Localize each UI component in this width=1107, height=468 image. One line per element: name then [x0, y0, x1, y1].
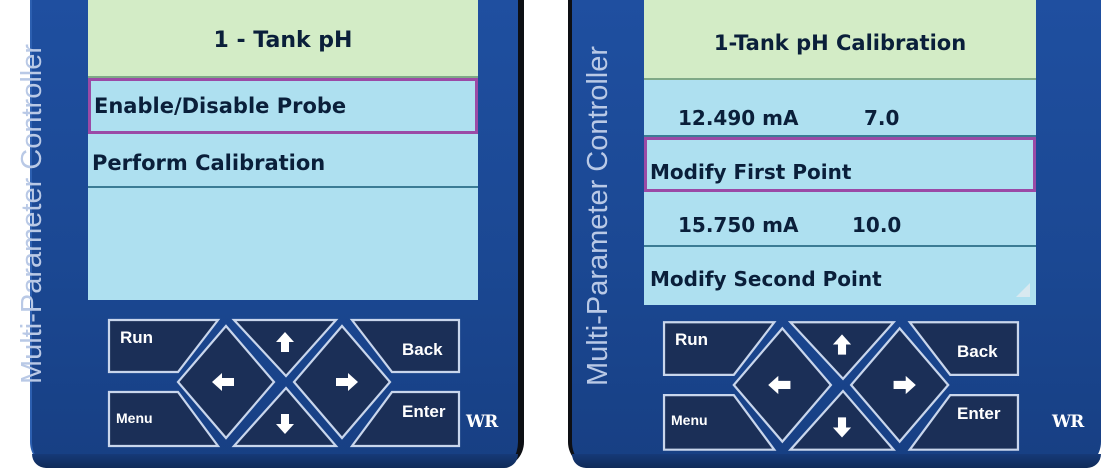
- first-point-readout: 12.490 mA 7.0: [644, 80, 1036, 137]
- keypad: Run Menu Back Enter: [106, 318, 462, 450]
- keypad: Run Menu Back Enter: [661, 320, 1021, 454]
- brand-logo: WR: [466, 412, 498, 432]
- menu-item-perform-calibration[interactable]: Perform Calibration: [88, 134, 478, 188]
- second-point-readout: 15.750 mA 10.0: [644, 192, 1036, 247]
- scroll-corner-icon: [1016, 283, 1030, 297]
- brand-logo: WR: [1052, 412, 1084, 432]
- display-screen: 1-Tank pH Calibration 12.490 mA 7.0 Modi…: [644, 0, 1036, 305]
- run-label: Run: [120, 328, 154, 347]
- menu-label: Menu: [116, 410, 153, 426]
- device-label: Multi-Parameter Controller: [16, 43, 48, 385]
- screen-title: 1 - Tank pH: [88, 0, 478, 78]
- menu-item-modify-second-point[interactable]: Modify Second Point: [644, 247, 1036, 305]
- menu-item-enable-disable-probe[interactable]: Enable/Disable Probe: [88, 78, 478, 134]
- controller-panel-right: Multi-Parameter Controller 1-Tank pH Cal…: [566, 0, 1107, 468]
- run-label: Run: [675, 330, 709, 349]
- display-screen: 1 - Tank pH Enable/Disable Probe Perform…: [88, 0, 478, 300]
- back-label: Back: [957, 342, 998, 361]
- controller-panel-left: Multi-Parameter Controller 1 - Tank pH E…: [0, 0, 554, 468]
- device-label: Multi-Parameter Controller: [582, 45, 614, 387]
- menu-item-modify-first-point[interactable]: Modify First Point: [644, 137, 1036, 192]
- menu-label: Menu: [671, 412, 708, 428]
- enter-label: Enter: [402, 402, 446, 421]
- screen-title: 1-Tank pH Calibration: [644, 0, 1036, 80]
- enter-label: Enter: [957, 404, 1001, 423]
- back-label: Back: [402, 340, 443, 359]
